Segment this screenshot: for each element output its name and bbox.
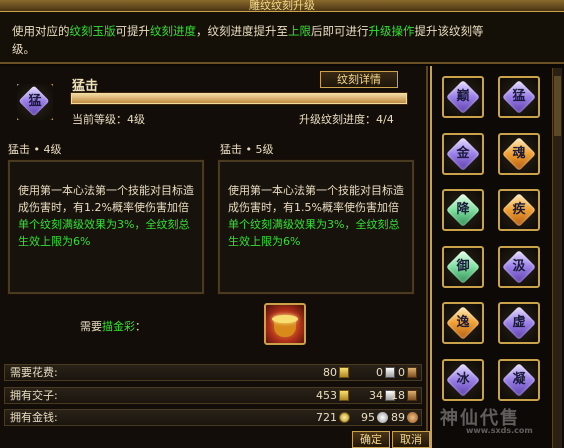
gold-ticket-icon bbox=[339, 390, 349, 401]
gem-slot[interactable]: 凝 bbox=[498, 359, 540, 401]
intro-part: ，纹刻进度提升至 bbox=[196, 24, 288, 38]
current-effect-desc: 使用第一本心法第一个技能对目标造成伤害时，有1.2%概率使伤害加倍 bbox=[18, 184, 194, 214]
cost-row: 需要花费: 80 0 0 bbox=[4, 364, 422, 381]
gem-char: 凝 bbox=[512, 372, 526, 387]
gem-slot[interactable]: 金 bbox=[442, 133, 484, 175]
intro-keyword: 上限 bbox=[288, 24, 311, 38]
copper-coin-icon bbox=[407, 412, 418, 423]
gem-char: 虚 bbox=[512, 315, 526, 330]
gem-slot[interactable]: 魂 bbox=[498, 133, 540, 175]
gem-slot[interactable]: 冰 bbox=[442, 359, 484, 401]
gem-slot[interactable]: 降 bbox=[442, 189, 484, 231]
brown-ticket-icon bbox=[407, 390, 417, 401]
gold-ticket-icon bbox=[339, 367, 349, 378]
current-effect-bonus: 单个纹刻满级效果为3%，全纹刻总生效上限为6% bbox=[18, 218, 190, 248]
confirm-button[interactable]: 确定 bbox=[352, 431, 390, 448]
window-title: 雕纹纹刻升级 bbox=[0, 0, 564, 12]
required-item-label: 需要描金彩： bbox=[80, 318, 146, 334]
gem-slot[interactable]: 猛 bbox=[498, 76, 540, 118]
brown-ticket-icon bbox=[407, 367, 417, 378]
gem-slot[interactable]: 逸 bbox=[442, 302, 484, 344]
intro-keyword: 纹刻进度 bbox=[150, 24, 196, 38]
cancel-button[interactable]: 取消 bbox=[392, 431, 430, 448]
progress-bar bbox=[70, 92, 408, 105]
current-level: 当前等级：4级 bbox=[72, 113, 145, 126]
gem-list-scrollbar[interactable] bbox=[552, 68, 562, 448]
current-effect-box: 使用第一本心法第一个技能对目标造成伤害时，有1.2%概率使伤害加倍 单个纹刻满级… bbox=[7, 159, 205, 295]
need-item-name: 描金彩 bbox=[102, 320, 135, 333]
gem-slot[interactable]: 疾 bbox=[498, 189, 540, 231]
intro-text: 使用对应的纹刻玉版可提升纹刻进度，纹刻进度提升至上限后即可进行升级操作提升该纹刻… bbox=[0, 12, 564, 64]
gem-slot[interactable]: 虚 bbox=[498, 302, 540, 344]
upgrade-progress: 升级纹刻进度：4/4 bbox=[299, 113, 394, 126]
need-suffix: ： bbox=[135, 320, 146, 333]
intro-keyword: 升级操作 bbox=[368, 24, 415, 38]
money-gold-value: 721 bbox=[316, 411, 337, 424]
gem-char: 御 bbox=[456, 259, 470, 274]
detail-button[interactable]: 纹刻详情 bbox=[320, 71, 398, 88]
watermark-sub: www.sxds.com bbox=[466, 426, 533, 435]
intro-keyword: 纹刻玉版 bbox=[69, 24, 116, 38]
gem-slot[interactable]: 巅 bbox=[442, 76, 484, 118]
gem-char: 逸 bbox=[456, 315, 470, 330]
pot-rim bbox=[272, 315, 298, 323]
next-effect-bonus: 单个纹刻满级效果为3%，全纹刻总生效上限为6% bbox=[228, 218, 400, 248]
gem-char: 巅 bbox=[456, 89, 470, 104]
owned-row: 拥有交子: 453 34 18 bbox=[4, 387, 422, 404]
skill-gem: 猛 bbox=[17, 84, 53, 120]
cost-label: 需要花费: bbox=[10, 366, 58, 379]
money-row: 拥有金钱: 721 95 89 bbox=[4, 409, 422, 426]
gem-char: 汲 bbox=[512, 259, 526, 274]
money-label: 拥有金钱: bbox=[10, 411, 58, 424]
intro-part: 使用对应的 bbox=[12, 24, 70, 38]
intro-part: 可提升 bbox=[115, 24, 151, 38]
gem-char: 魂 bbox=[512, 146, 526, 161]
cost-brown-value: 0 bbox=[398, 366, 405, 379]
gem-slot[interactable]: 汲 bbox=[498, 246, 540, 288]
gem-char: 降 bbox=[456, 202, 470, 217]
next-effect-box: 使用第一本心法第一个技能对目标造成伤害时，有1.5%概率使伤害加倍 单个纹刻满级… bbox=[217, 159, 415, 295]
owned-label: 拥有交子: bbox=[10, 389, 58, 402]
gem-char: 冰 bbox=[456, 372, 470, 387]
money-copper-value: 89 bbox=[391, 411, 405, 424]
gem-slot[interactable]: 御 bbox=[442, 246, 484, 288]
gem-char: 猛 bbox=[512, 89, 526, 104]
gem-char: 金 bbox=[456, 146, 470, 161]
progress-fill bbox=[72, 94, 406, 103]
need-prefix: 需要 bbox=[80, 320, 102, 333]
next-heading: 猛击 • 5级 bbox=[220, 143, 274, 156]
required-item-slot[interactable] bbox=[264, 303, 306, 345]
owned-gold-value: 453 bbox=[316, 389, 337, 402]
intro-part: 级。 bbox=[12, 42, 35, 56]
money-silver-value: 95 bbox=[361, 411, 375, 424]
next-effect-desc: 使用第一本心法第一个技能对目标造成伤害时，有1.5%概率使伤害加倍 bbox=[228, 184, 404, 214]
watermark: 神仙代售 www.sxds.com bbox=[440, 404, 533, 435]
gem-char: 疾 bbox=[512, 202, 526, 217]
pot-icon bbox=[274, 321, 296, 337]
intro-part: 后即可进行 bbox=[311, 24, 369, 38]
scrollbar-thumb[interactable] bbox=[554, 76, 561, 136]
skill-icon-char: 猛 bbox=[28, 94, 42, 109]
cost-gold-value: 80 bbox=[323, 366, 337, 379]
intro-part: 提升该纹刻等 bbox=[414, 24, 484, 38]
skill-slot[interactable]: 猛 bbox=[17, 84, 53, 120]
owned-brown-value: 18 bbox=[391, 389, 405, 402]
current-heading: 猛击 • 4级 bbox=[8, 143, 62, 156]
